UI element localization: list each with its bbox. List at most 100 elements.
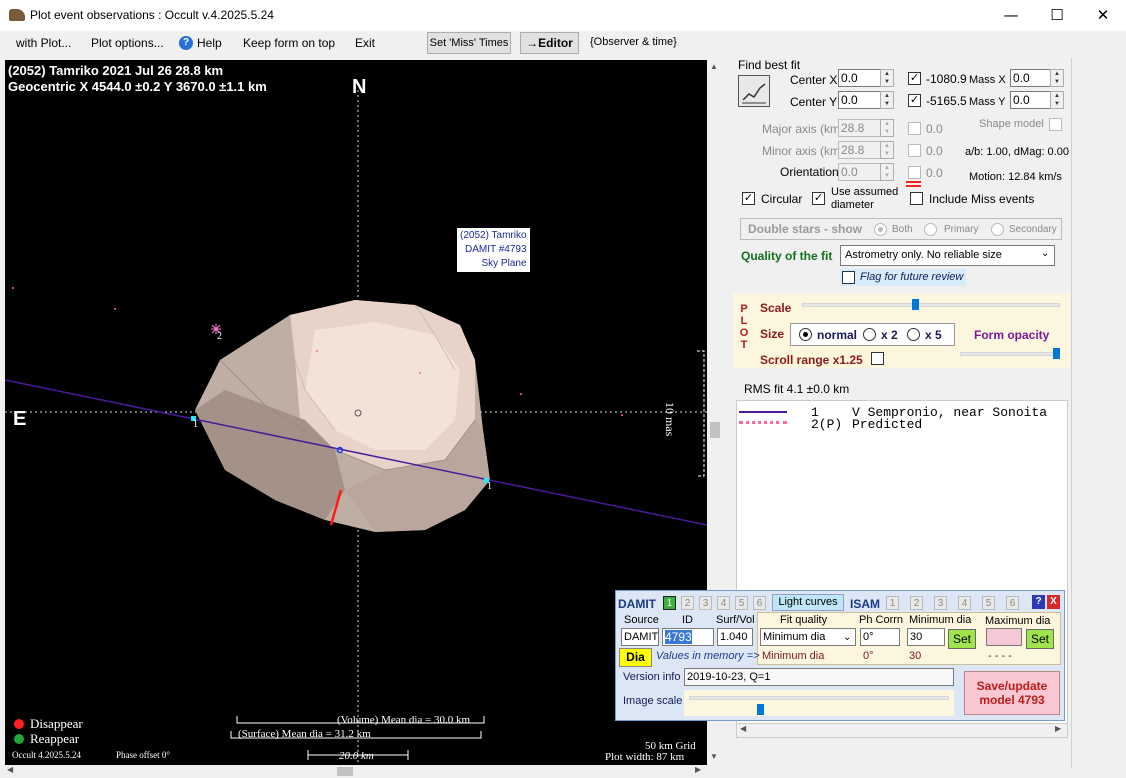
save-update-model-button[interactable]: Save/update model 4793 bbox=[964, 671, 1060, 715]
x5-radio[interactable] bbox=[907, 328, 920, 341]
use-assumed-checkbox[interactable]: ✓ bbox=[812, 192, 825, 205]
image-scale-thumb[interactable] bbox=[757, 704, 765, 715]
image-scale-slider-area[interactable] bbox=[684, 690, 954, 716]
isam-tab-5[interactable]: 5 bbox=[982, 596, 995, 610]
damit-tab-3[interactable]: 3 bbox=[699, 596, 712, 610]
normal-radio[interactable] bbox=[799, 328, 812, 341]
menu-exit[interactable]: Exit bbox=[355, 36, 375, 50]
quality-dropdown[interactable]: Astrometry only. No reliable size ⌄ bbox=[840, 245, 1055, 266]
damit-tab-4[interactable]: 4 bbox=[717, 596, 730, 610]
center-y-label: Center Y bbox=[790, 95, 838, 109]
orientation-spinner[interactable]: ▲ ▼ bbox=[880, 163, 894, 181]
plot-horizontal-scrollbar[interactable]: ◀ ▶ bbox=[5, 765, 707, 778]
damit-tab-5[interactable]: 5 bbox=[735, 596, 748, 610]
scroll-thumb[interactable] bbox=[710, 422, 720, 438]
shape-model-label: Shape model bbox=[979, 118, 1044, 130]
minimize-button[interactable]: — bbox=[988, 0, 1034, 31]
scroll-right-icon[interactable]: ▶ bbox=[695, 765, 701, 774]
major-axis-input[interactable]: 28.8 bbox=[838, 119, 882, 137]
minor-axis-checkbox[interactable] bbox=[908, 144, 921, 157]
surfvol-field[interactable]: 1.040 bbox=[717, 628, 753, 646]
isam-tab-2[interactable]: 2 bbox=[910, 596, 923, 610]
observer-time-button[interactable]: {Observer & time} bbox=[590, 36, 677, 48]
image-scale-track[interactable] bbox=[689, 696, 949, 700]
primary-radio[interactable] bbox=[924, 223, 937, 236]
minor-axis-input[interactable]: 28.8 bbox=[838, 141, 882, 159]
opacity-slider-track[interactable] bbox=[960, 352, 1060, 356]
plot-area[interactable]: (2052) Tamriko 2021 Jul 26 28.8 km Geoce… bbox=[5, 60, 707, 765]
source-field[interactable]: DAMIT bbox=[621, 628, 659, 646]
mass-y-input[interactable]: 0.0 bbox=[1010, 91, 1052, 109]
ph-corrn-field[interactable]: 0° bbox=[860, 628, 900, 646]
x2-radio[interactable] bbox=[863, 328, 876, 341]
secondary-radio[interactable] bbox=[991, 223, 1004, 236]
y-fit-checkbox[interactable]: ✓ bbox=[908, 94, 921, 107]
damit-title: DAMIT bbox=[618, 597, 656, 611]
menu-plot-options[interactable]: Plot options... bbox=[91, 36, 164, 50]
minor-axis-disabled-value: 0.0 bbox=[926, 144, 943, 158]
dia-button[interactable]: Dia bbox=[619, 648, 652, 667]
minor-axis-spinner[interactable]: ▲ ▼ bbox=[880, 141, 894, 159]
fit-quality-select[interactable]: Minimum dia ⌄ bbox=[760, 628, 856, 646]
scroll-right-icon[interactable]: ▶ bbox=[1055, 724, 1061, 733]
min-dia-field[interactable]: 30 bbox=[907, 628, 945, 646]
menu-with-plot[interactable]: with Plot... bbox=[16, 36, 71, 50]
scale-label: Scale bbox=[760, 301, 792, 315]
memory-max-dia: - - - - bbox=[988, 650, 1012, 662]
help-icon[interactable]: ? bbox=[179, 36, 193, 50]
id-field[interactable]: 4793 bbox=[662, 628, 714, 646]
find-best-fit-button[interactable] bbox=[738, 75, 770, 107]
both-radio[interactable] bbox=[874, 223, 887, 236]
center-x-input[interactable]: 0.0 bbox=[838, 69, 882, 87]
plot-letter: L bbox=[740, 315, 748, 327]
include-miss-checkbox[interactable] bbox=[910, 192, 923, 205]
damit-tab-6[interactable]: 6 bbox=[753, 596, 766, 610]
minor-axis-label: Minor axis (km) bbox=[762, 144, 845, 158]
mass-x-input[interactable]: 0.0 bbox=[1010, 69, 1052, 87]
center-y-spinner[interactable]: ▲ ▼ bbox=[880, 91, 894, 109]
damit-close-button[interactable]: X bbox=[1047, 595, 1060, 609]
scroll-range-checkbox[interactable] bbox=[871, 352, 884, 365]
x-fit-checkbox[interactable]: ✓ bbox=[908, 72, 921, 85]
set-max-dia-button[interactable]: Set bbox=[1026, 629, 1054, 649]
scroll-left-icon[interactable]: ◀ bbox=[740, 724, 746, 733]
center-y-input[interactable]: 0.0 bbox=[838, 91, 882, 109]
damit-tab-2[interactable]: 2 bbox=[681, 596, 694, 610]
isam-tab-4[interactable]: 4 bbox=[958, 596, 971, 610]
scroll-left-icon[interactable]: ◀ bbox=[7, 765, 13, 774]
major-axis-spinner[interactable]: ▲ ▼ bbox=[880, 119, 894, 137]
close-button[interactable]: ✕ bbox=[1080, 0, 1126, 31]
mass-y-spinner[interactable]: ▲ ▼ bbox=[1050, 91, 1064, 109]
editor-button[interactable]: →Editor bbox=[520, 32, 579, 54]
version-info-field[interactable]: 2019-10-23, Q=1 bbox=[684, 668, 954, 686]
orientation-input[interactable]: 0.0 bbox=[838, 163, 882, 181]
max-dia-field[interactable] bbox=[986, 628, 1022, 646]
scale-slider-thumb[interactable] bbox=[912, 299, 920, 310]
scroll-up-icon[interactable]: ▲ bbox=[710, 62, 718, 71]
menu-keep-on-top[interactable]: Keep form on top bbox=[243, 36, 335, 50]
isam-tab-3[interactable]: 3 bbox=[934, 596, 947, 610]
set-miss-times-button[interactable]: Set 'Miss' Times bbox=[427, 32, 511, 54]
menu-help[interactable]: Help bbox=[197, 36, 222, 50]
opacity-slider-thumb[interactable] bbox=[1053, 348, 1060, 359]
orientation-checkbox[interactable] bbox=[908, 166, 921, 179]
center-x-spinner[interactable]: ▲ ▼ bbox=[880, 69, 894, 87]
mass-x-spinner[interactable]: ▲ ▼ bbox=[1050, 69, 1064, 87]
star-number: 2 bbox=[217, 331, 222, 342]
flag-review-checkbox[interactable] bbox=[842, 271, 855, 284]
major-axis-checkbox[interactable] bbox=[908, 122, 921, 135]
set-min-dia-button[interactable]: Set bbox=[948, 629, 976, 649]
damit-tab-1[interactable]: 1 bbox=[663, 596, 676, 610]
isam-tab-1[interactable]: 1 bbox=[886, 596, 899, 610]
light-curves-button[interactable]: Light curves bbox=[772, 594, 844, 611]
damit-help-button[interactable]: ? bbox=[1032, 595, 1045, 609]
legend-num: 2(P) bbox=[811, 417, 843, 432]
scroll-down-icon[interactable]: ▼ bbox=[710, 752, 718, 761]
legend-horizontal-scrollbar[interactable]: ◀ ▶ bbox=[736, 723, 1068, 738]
shape-model-checkbox[interactable] bbox=[1049, 118, 1062, 131]
isam-tab-6[interactable]: 6 bbox=[1006, 596, 1019, 610]
circular-checkbox[interactable]: ✓ bbox=[742, 192, 755, 205]
scale-slider-track[interactable] bbox=[802, 303, 1060, 307]
maximize-button[interactable]: ☐ bbox=[1034, 0, 1080, 31]
scroll-thumb[interactable] bbox=[337, 767, 353, 776]
